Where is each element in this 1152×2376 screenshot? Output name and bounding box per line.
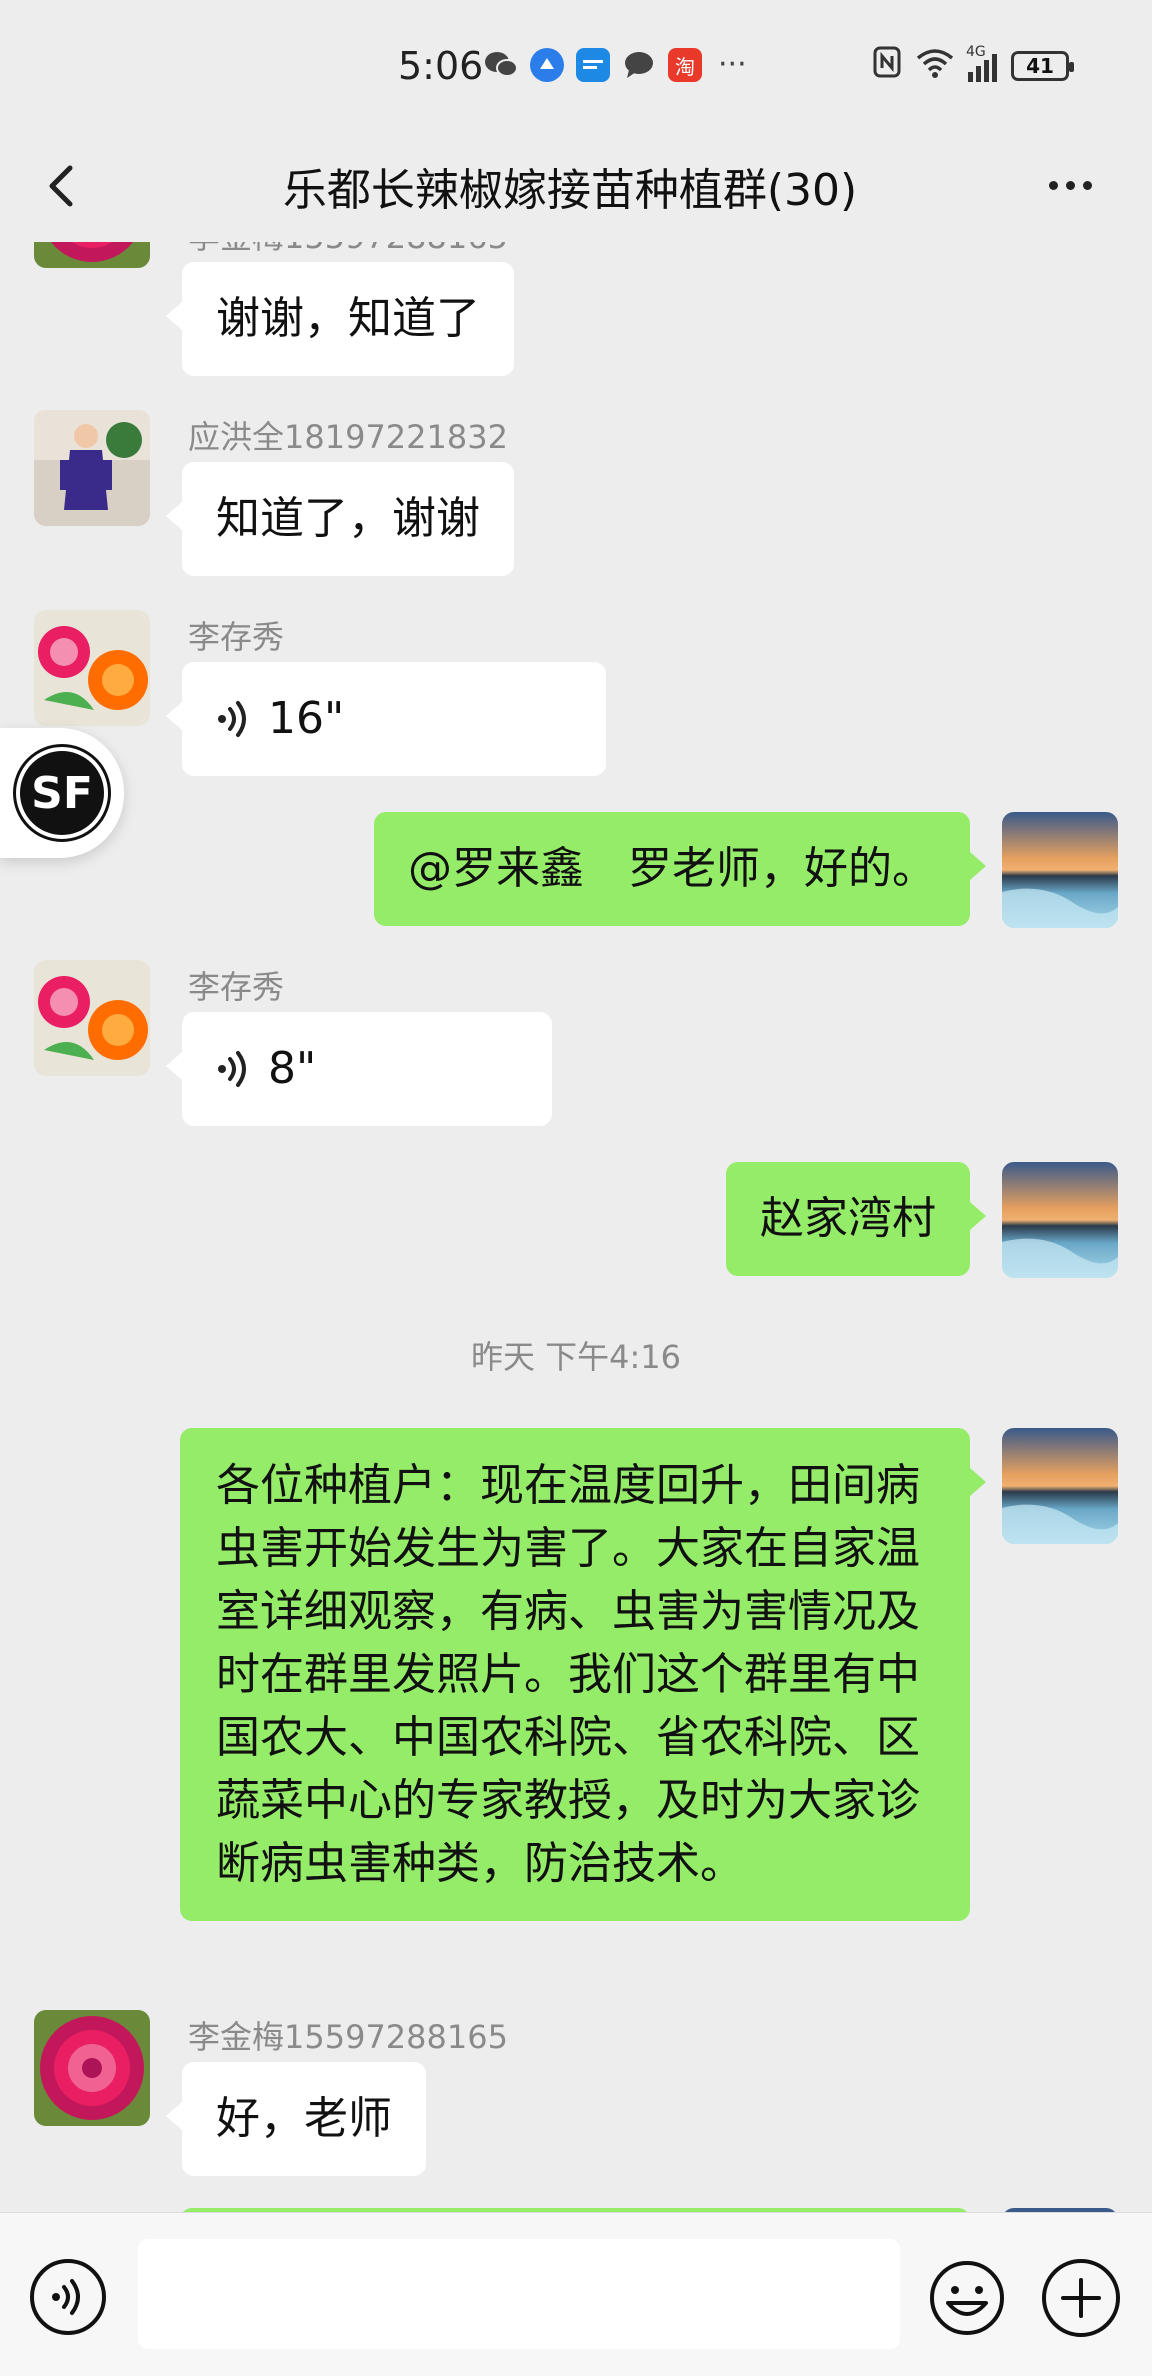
status-bar: 5:06 淘 ··· 4G 41 <box>0 0 1152 130</box>
chat-screen: 5:06 淘 ··· 4G 41 乐都长辣椒嫁接苗种植群(30) 谢谢，知道了 … <box>0 0 1152 2376</box>
avatar[interactable] <box>34 2010 150 2126</box>
voice-wave-icon <box>218 701 246 737</box>
voice-wave-icon <box>52 2279 80 2315</box>
status-more: ··· <box>718 47 747 82</box>
avatar[interactable] <box>1002 1162 1118 1278</box>
voice-wave-icon <box>218 1051 246 1087</box>
avatar[interactable] <box>1002 812 1118 928</box>
plus-icon <box>1061 2278 1101 2318</box>
sender-name: 李存秀 <box>188 618 285 656</box>
battery-icon: 41 <box>1011 50 1074 81</box>
voice-input-button[interactable] <box>30 2259 106 2335</box>
timestamp: 昨天 下午4:16 <box>470 1338 682 1376</box>
message-bubble[interactable]: 赵家湾村 <box>726 1162 986 1276</box>
status-time: 5:06 <box>398 44 484 88</box>
smiley-icon <box>930 2261 1004 2335</box>
voice-message[interactable]: 16" <box>166 662 606 776</box>
sender-name: 李存秀 <box>188 968 285 1006</box>
wechat-icon <box>484 48 518 82</box>
chevron-left-icon <box>49 165 73 207</box>
avatar[interactable] <box>34 242 150 268</box>
avatar[interactable] <box>1002 1428 1118 1544</box>
floating-shortcut[interactable]: SF <box>0 728 124 858</box>
voice-duration: 16" <box>268 693 345 744</box>
system-status: 4G 41 <box>872 44 1074 85</box>
message-bubble[interactable]: 谢谢，知道了 <box>166 262 514 376</box>
input-bar <box>0 2212 1152 2376</box>
nfc-icon <box>872 46 902 85</box>
chat-title: 乐都长辣椒嫁接苗种植群(30) <box>282 165 858 216</box>
more-dot-icon <box>1048 180 1058 190</box>
message-list[interactable]: 李金梅15597288165 谢谢，知道了 应洪全18197221832 知道了… <box>0 242 1152 2212</box>
message-input[interactable] <box>138 2239 900 2349</box>
avatar[interactable] <box>34 960 150 1076</box>
sf-express-logo-icon: SF <box>13 744 111 842</box>
status-app-icons: 淘 ··· <box>484 48 747 82</box>
network-type: 4G <box>966 43 986 60</box>
more-functions-button[interactable] <box>1042 2259 1120 2337</box>
message-bubble[interactable]: 各位种植户：现在温度回升，田间病虫害开始发生为害了。大家在自家温室详细观察，有病… <box>180 1428 986 1921</box>
emoji-button[interactable] <box>928 2259 1006 2337</box>
back-button[interactable] <box>30 150 100 220</box>
more-dot-icon <box>1082 180 1092 190</box>
signal-icon: 4G <box>966 44 997 82</box>
avatar[interactable] <box>34 410 150 526</box>
voice-duration: 8" <box>268 1043 317 1094</box>
avatar[interactable] <box>34 610 150 726</box>
sender-name: 李金梅15597288165 <box>188 2018 508 2056</box>
message-icon <box>622 48 656 82</box>
wifi-icon <box>916 46 954 85</box>
message-bubble[interactable]: @罗来鑫 罗老师，好的。 <box>374 812 986 926</box>
more-options-button[interactable] <box>1030 150 1110 220</box>
voice-message[interactable]: 8" <box>166 1012 552 1126</box>
taobao-icon: 淘 <box>668 48 702 82</box>
sender-name: 应洪全18197221832 <box>188 418 508 456</box>
browser-icon <box>530 48 564 82</box>
message-bubble[interactable]: 知道了，谢谢 <box>166 462 514 576</box>
sender-name: 李金梅15597288165 <box>188 242 508 258</box>
chat-header: 乐都长辣椒嫁接苗种植群(30) <box>0 130 1152 242</box>
news-app-icon <box>576 48 610 82</box>
more-dot-icon <box>1065 180 1075 190</box>
message-bubble[interactable]: 好，老师 <box>166 2062 426 2176</box>
